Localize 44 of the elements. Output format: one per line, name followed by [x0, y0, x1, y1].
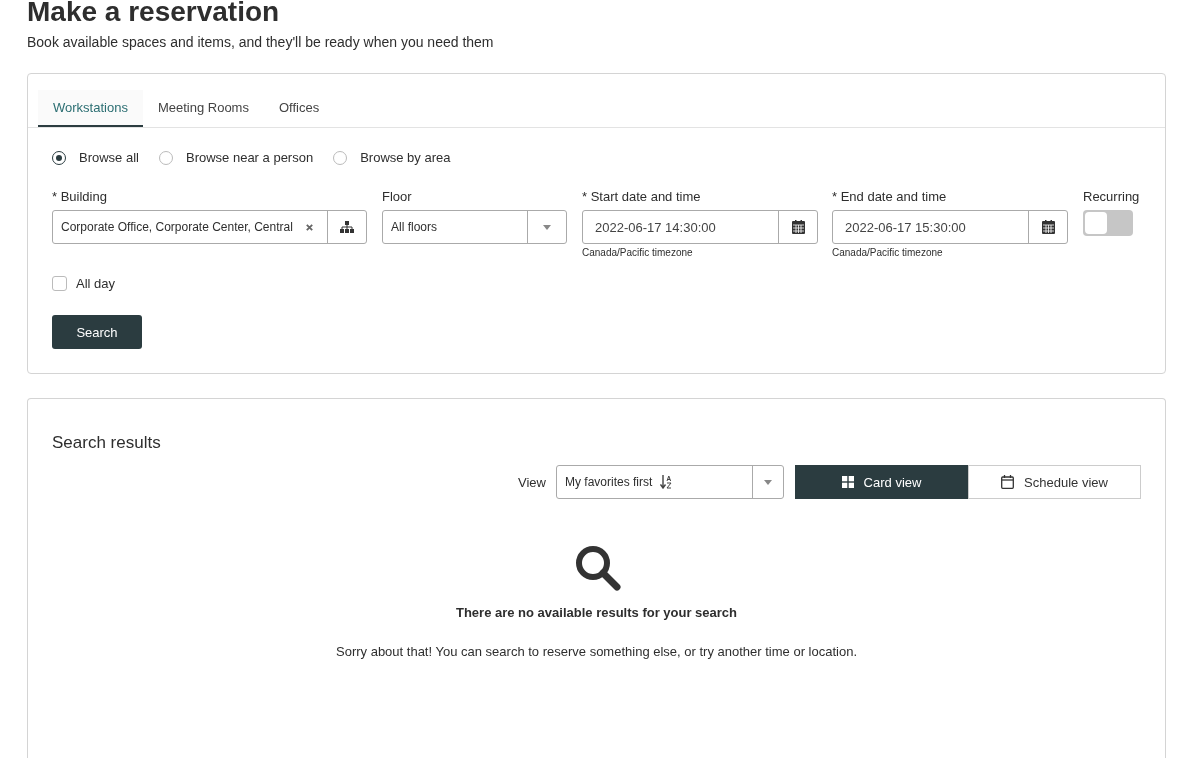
date-time-field[interactable]: 2022-06-17 15:30:00: [832, 210, 1068, 244]
field-value: 2022-06-17 15:30:00: [844, 219, 967, 235]
field-label: Recurring: [1083, 189, 1140, 204]
field-value: All floors: [390, 220, 438, 234]
building-field[interactable]: Corporate Office, Corporate Center, Central: [52, 210, 367, 244]
page-subtitle: Book available spaces and items, and they'll be ready when you need them: [27, 34, 495, 50]
field-label: Floor: [382, 189, 413, 204]
tab[interactable]: Workstations: [38, 90, 143, 127]
card-view-button[interactable]: Card view: [795, 465, 968, 499]
empty-state-title: There are no available results for your search: [455, 605, 738, 620]
schedule-view-button[interactable]: Schedule view: [968, 465, 1141, 499]
timezone-note: Canada/Pacific timezone: [582, 247, 694, 258]
caret-icon: [764, 479, 772, 485]
checkbox[interactable]: [52, 276, 67, 291]
field-label: * End date and time: [832, 189, 948, 204]
checkbox-label: All day: [76, 276, 116, 291]
floor-dropdown[interactable]: All floors: [382, 210, 567, 244]
radio-label: Browse all: [79, 150, 139, 165]
calendar-icon: [791, 220, 805, 234]
date-time-field[interactable]: 2022-06-17 14:30:00: [582, 210, 818, 244]
calendar-icon: [1001, 475, 1015, 489]
search-button[interactable]: Search: [52, 315, 142, 349]
radio-label: Browse by area: [360, 150, 451, 165]
caret-icon: [543, 224, 551, 230]
timezone-note: Canada/Pacific timezone: [832, 247, 944, 258]
clear-icon[interactable]: [305, 222, 314, 232]
section-title: Search results: [52, 433, 162, 453]
field-value: Corporate Office, Corporate Center, Central: [60, 220, 294, 234]
view-label: View: [518, 474, 546, 490]
field-label: * Building: [52, 189, 108, 204]
tab[interactable]: Offices: [263, 90, 335, 127]
grid-icon: [841, 476, 854, 488]
hierarchy-icon: [340, 221, 354, 233]
tab[interactable]: Meeting Rooms: [142, 90, 264, 127]
page-title: Make a reservation: [27, 0, 281, 29]
field-value: 2022-06-17 14:30:00: [594, 219, 717, 235]
field-label: * Start date and time: [582, 189, 702, 204]
calendar-icon: [1041, 220, 1055, 234]
radio-label: Browse near a person: [185, 150, 314, 165]
sort-dropdown[interactable]: My favorites first: [556, 465, 784, 499]
empty-state-message: Sorry about that! You can search to reserve something else, or try another time or location.: [336, 644, 857, 659]
recurring-toggle[interactable]: [1083, 210, 1133, 236]
field-value: My favorites first: [564, 475, 654, 489]
sort-icon: [660, 475, 673, 489]
